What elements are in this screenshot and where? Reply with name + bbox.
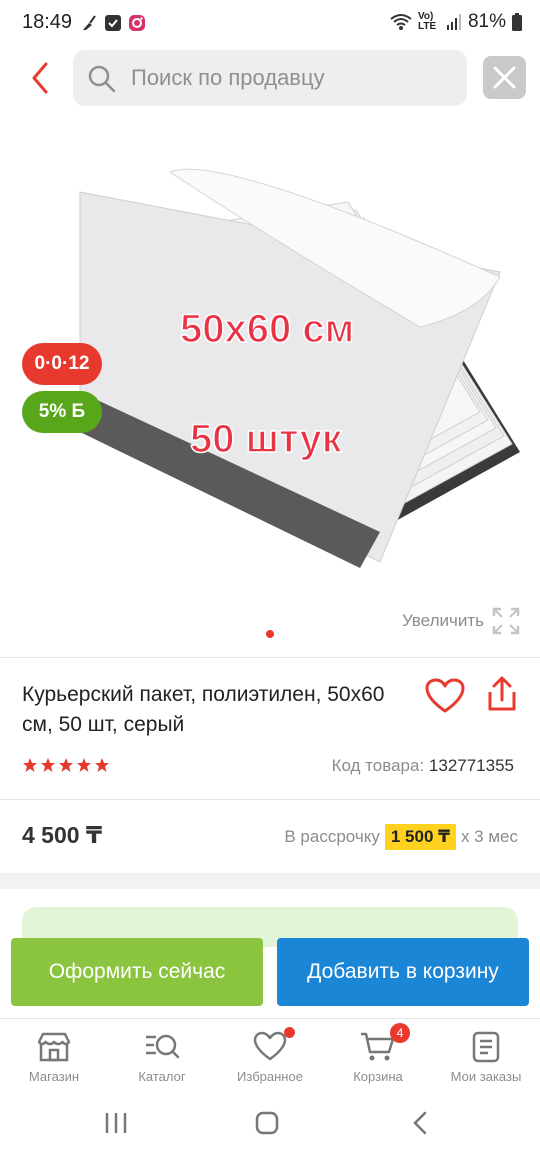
installment-info[interactable]: В рассрочку 1 500 ₸ х 3 мес bbox=[284, 824, 518, 850]
divider bbox=[0, 799, 540, 800]
home-icon[interactable] bbox=[255, 1111, 279, 1135]
status-right: Vo) LTE 81% bbox=[390, 11, 522, 33]
star-icon bbox=[77, 758, 91, 772]
store-icon bbox=[37, 1032, 71, 1062]
nav-label: Каталог bbox=[138, 1069, 186, 1084]
favorites-indicator bbox=[284, 1027, 295, 1038]
product-code-label: Код товара: bbox=[331, 756, 425, 775]
nav-item-favorites[interactable]: Избранное bbox=[216, 1019, 324, 1090]
expand-icon bbox=[492, 607, 520, 635]
back-button[interactable] bbox=[24, 58, 58, 98]
nav-label: Мои заказы bbox=[450, 1069, 522, 1084]
nav-item-cart[interactable]: 4 Корзина bbox=[324, 1019, 432, 1090]
nav-label: Избранное bbox=[237, 1069, 303, 1084]
product-image: 50x60 см 50 штук bbox=[79, 168, 520, 568]
broom-icon bbox=[83, 15, 96, 30]
image-text-size: 50x60 см bbox=[180, 307, 354, 351]
nav-item-catalog[interactable]: Каталог bbox=[108, 1019, 216, 1090]
catalog-search-icon bbox=[146, 1034, 180, 1059]
installment-term: х 3 мес bbox=[460, 827, 518, 846]
recent-apps-icon[interactable] bbox=[104, 1112, 128, 1134]
battery-percent: 81% bbox=[467, 11, 506, 32]
zoom-button[interactable]: Увеличить bbox=[402, 607, 520, 635]
star-icon bbox=[23, 758, 37, 772]
product-gallery[interactable]: 50x60 см 50 штук 0·0·12 5% Б Увеличить bbox=[0, 112, 540, 657]
system-back-icon[interactable] bbox=[410, 1111, 430, 1135]
favorite-button[interactable] bbox=[425, 678, 465, 714]
image-text-count: 50 штук bbox=[190, 417, 343, 461]
nav-item-orders[interactable]: Мои заказы bbox=[432, 1019, 540, 1090]
instagram-icon bbox=[129, 15, 145, 31]
product-price: 4 500 ₸ bbox=[22, 822, 102, 848]
search-header bbox=[0, 46, 540, 112]
zoom-label: Увеличить bbox=[402, 611, 484, 630]
bonus-badge: 5% Б bbox=[22, 391, 102, 433]
star-icon bbox=[59, 758, 73, 772]
add-to-cart-button[interactable]: Добавить в корзину bbox=[277, 938, 529, 1006]
bottom-navigation: Магазин Каталог Избранное 4 Корзина Мои … bbox=[0, 1018, 540, 1090]
search-icon bbox=[88, 65, 116, 93]
wifi-icon bbox=[390, 14, 412, 30]
close-search-button[interactable] bbox=[483, 56, 526, 99]
battery-icon bbox=[512, 13, 522, 31]
share-icon bbox=[488, 676, 516, 711]
checkbox-icon bbox=[105, 15, 121, 31]
status-time: 18:49 bbox=[22, 11, 73, 33]
nav-label: Корзина bbox=[353, 1069, 403, 1084]
chevron-left-icon bbox=[32, 62, 48, 94]
buy-now-button[interactable]: Оформить сейчас bbox=[11, 938, 263, 1006]
heart-icon bbox=[253, 1031, 287, 1061]
search-input[interactable] bbox=[131, 50, 451, 106]
notification-icons bbox=[80, 14, 146, 32]
product-title: Курьерский пакет, полиэтилен, 50х60 см, … bbox=[22, 683, 385, 736]
seller-search-box[interactable] bbox=[73, 50, 467, 106]
nav-label: Магазин bbox=[28, 1069, 80, 1084]
network-type: Vo) LTE bbox=[417, 11, 437, 32]
heart-icon bbox=[425, 678, 465, 713]
nav-item-store[interactable]: Магазин bbox=[0, 1019, 108, 1090]
installment-label: В рассрочку bbox=[284, 827, 380, 846]
product-code-value: 132771355 bbox=[428, 756, 514, 775]
status-bar: 18:49 Vo) LTE 81% bbox=[0, 0, 540, 46]
product-page: 18:49 Vo) LTE 81% Поиск по продавцу 50x6… bbox=[0, 0, 540, 1158]
installment-amount: 1 500 ₸ bbox=[384, 824, 456, 850]
cart-count-badge: 4 bbox=[390, 1023, 410, 1043]
gallery-page-indicator bbox=[266, 630, 274, 638]
star-icon bbox=[41, 758, 55, 772]
signal-icon bbox=[446, 14, 461, 30]
product-code: Код товара: 132771355 bbox=[332, 756, 514, 776]
orders-icon bbox=[472, 1031, 500, 1063]
star-icon bbox=[95, 758, 109, 772]
rating-stars bbox=[22, 757, 110, 773]
close-icon bbox=[493, 66, 516, 89]
divider bbox=[0, 657, 540, 658]
share-button[interactable] bbox=[484, 676, 520, 714]
installment-badge: 0·0·12 bbox=[22, 343, 102, 385]
system-navigation-bar bbox=[0, 1090, 540, 1158]
section-separator bbox=[0, 873, 540, 889]
